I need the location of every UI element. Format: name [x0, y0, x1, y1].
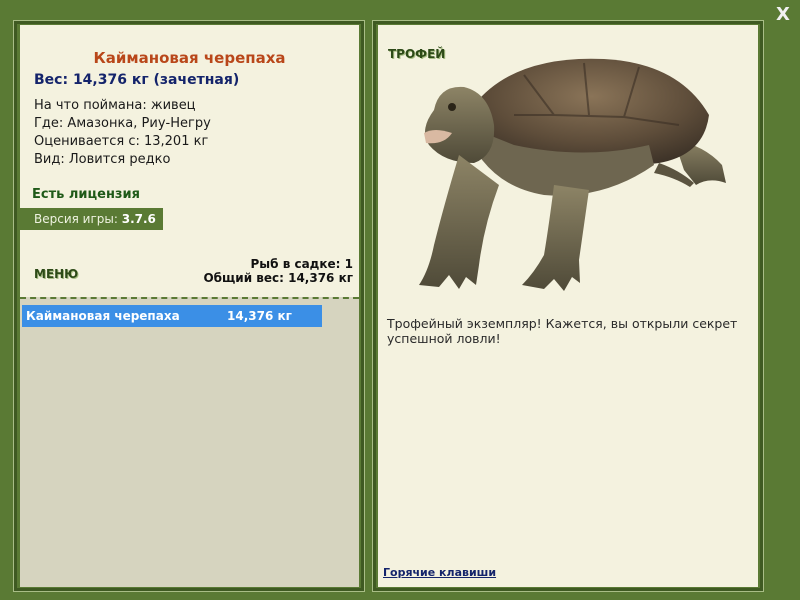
hotkeys-link[interactable]: Горячие клавиши [383, 566, 496, 579]
version-value: 3.7.6 [121, 212, 156, 226]
trophy-panel-content: ТРОФЕЙ Трофейный экземпляр! Кажется, вы … [378, 25, 758, 587]
net-total-weight: Общий вес: 14,376 кг [203, 271, 353, 285]
license-status: Есть лицензия [32, 187, 140, 202]
fish-info-panel: Каймановая черепаха Вес: 14,376 кг (заче… [13, 20, 365, 592]
fish-list-item-weight: 14,376 кг [227, 309, 292, 323]
caught-where: Где: Амазонка, Риу-Негру [34, 116, 211, 131]
caught-with: На что поймана: живец [34, 98, 196, 113]
trophy-description: Трофейный экземпляр! Кажется, вы открыли… [387, 316, 738, 346]
scored-from: Оценивается с: 13,201 кг [34, 134, 209, 149]
fish-title: Каймановая черепаха [93, 49, 286, 67]
close-icon[interactable]: X [774, 5, 792, 25]
net-count: Рыб в садке: 1 [250, 257, 354, 271]
net-stats: Рыб в садке: 1 Общий вес: 14,376 кг [203, 257, 353, 285]
version-label: Версия игры: [34, 212, 122, 226]
divider [20, 297, 359, 299]
fish-list-item[interactable]: Каймановая черепаха 14,376 кг [22, 305, 322, 327]
fish-info-lines: На что поймана: живец Где: Амазонка, Риу… [34, 97, 211, 169]
fish-list-item-name: Каймановая черепаха [26, 309, 180, 323]
snapping-turtle-icon [419, 58, 726, 291]
species-rarity: Вид: Ловится редко [34, 152, 171, 167]
menu-button[interactable]: МЕНЮ [34, 267, 78, 281]
game-version: Версия игры: 3.7.6 [20, 208, 163, 230]
left-panel-content: Каймановая черепаха Вес: 14,376 кг (заче… [20, 25, 359, 587]
trophy-panel: ТРОФЕЙ Трофейный экземпляр! Кажется, вы … [372, 20, 764, 592]
fish-details: Каймановая черепаха Вес: 14,376 кг (заче… [20, 25, 359, 297]
fish-weight: Вес: 14,376 кг (зачетная) [34, 72, 240, 88]
